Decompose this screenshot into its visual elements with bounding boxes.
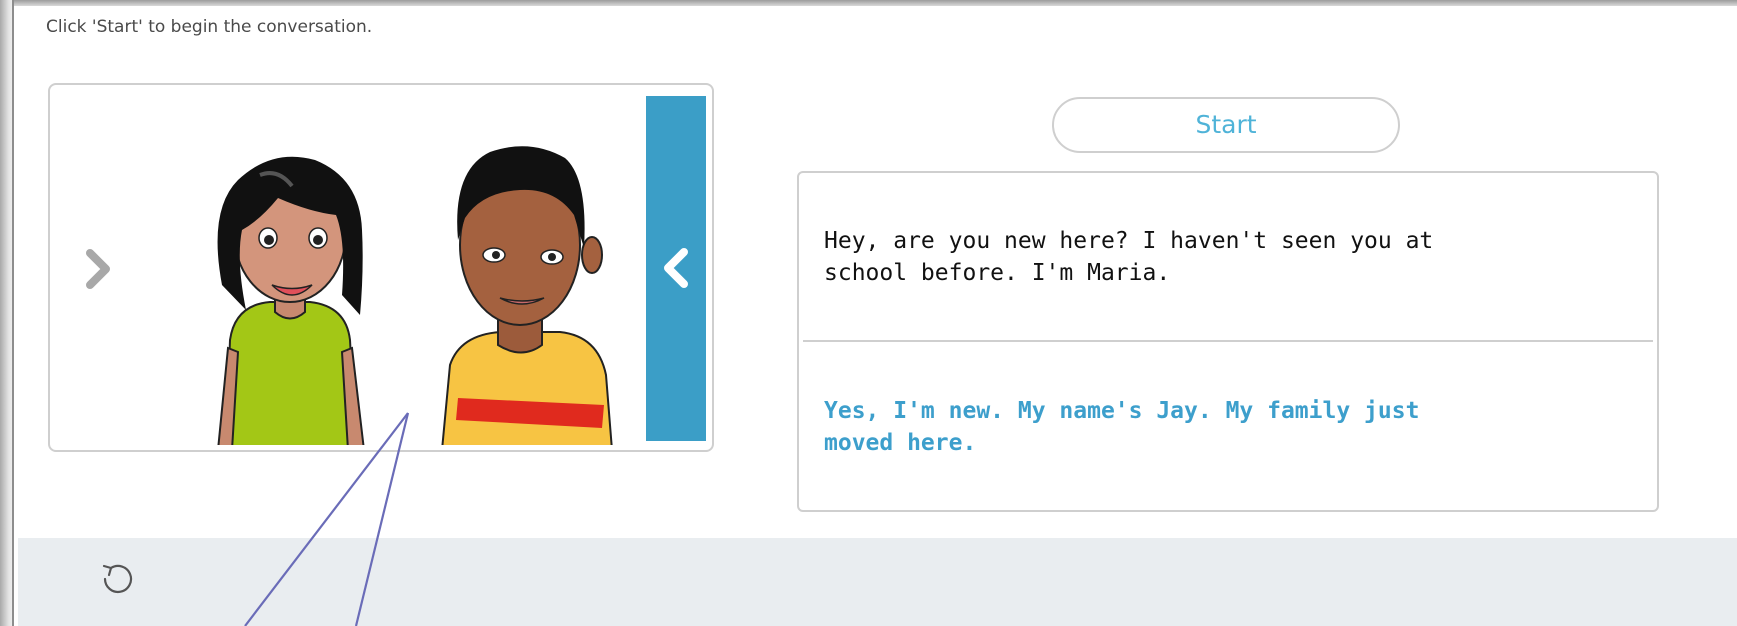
- window-frame-left: [0, 0, 14, 626]
- dialog-divider: [803, 340, 1653, 342]
- characters-illustration: [217, 146, 613, 445]
- window-frame-top: [0, 0, 1737, 6]
- next-arrow-button[interactable]: [646, 96, 706, 441]
- start-button[interactable]: Start: [1052, 97, 1400, 153]
- girl-character: [217, 156, 365, 445]
- chevron-left-icon: [664, 248, 688, 288]
- footer-toolbar: [18, 538, 1737, 626]
- reset-button[interactable]: [95, 557, 139, 601]
- conversation-box: Hey, are you new here? I haven't seen yo…: [797, 171, 1659, 512]
- reset-icon: [102, 564, 133, 594]
- chevron-right-icon: [86, 249, 110, 289]
- dialog-line-jay: Yes, I'm new. My name's Jay. My family j…: [824, 398, 1420, 456]
- prev-arrow-button[interactable]: [78, 245, 118, 293]
- boy-character: [441, 146, 613, 445]
- character-image-panel: [48, 83, 714, 452]
- dialog-line-maria: Hey, are you new here? I haven't seen yo…: [824, 228, 1434, 286]
- instruction-text: Click 'Start' to begin the conversation.: [46, 17, 373, 37]
